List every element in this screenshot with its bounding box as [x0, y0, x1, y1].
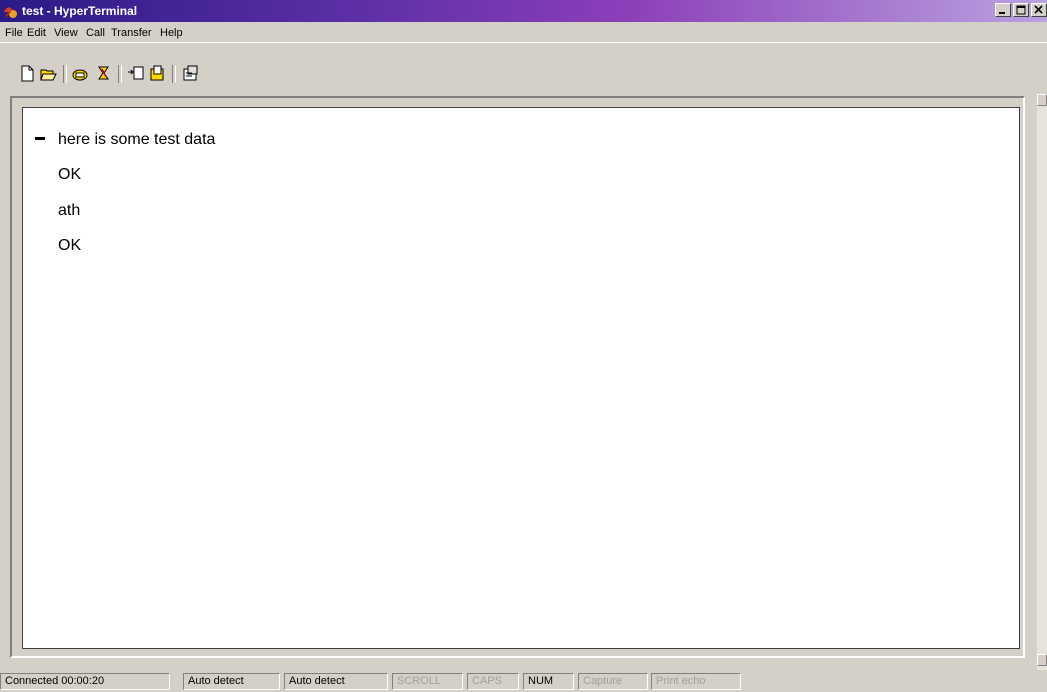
scroll-down-button[interactable] — [1037, 654, 1047, 666]
menu-bar: File Edit View Call Transfer Help — [0, 22, 1047, 42]
status-caps: CAPS — [467, 673, 519, 690]
status-connected: Connected 00:00:20 — [0, 673, 170, 690]
status-capture: Capture — [578, 673, 648, 690]
terminal-line-3: ath — [58, 202, 81, 219]
menu-view[interactable]: View — [54, 26, 78, 40]
menu-help[interactable]: Help — [160, 26, 183, 40]
scroll-up-button[interactable] — [1037, 94, 1047, 106]
terminal-line-4: OK — [58, 237, 82, 254]
properties-icon[interactable] — [180, 63, 201, 84]
receive-icon[interactable] — [147, 63, 168, 84]
status-print-echo: Print echo — [651, 673, 741, 690]
minimize-button[interactable] — [995, 3, 1011, 17]
connect-icon[interactable] — [70, 63, 91, 84]
status-bar: Connected 00:00:20 Auto detect Auto dete… — [0, 670, 1047, 692]
status-detect-1: Auto detect — [183, 673, 280, 690]
new-icon[interactable] — [17, 63, 38, 84]
terminal-line-1: here is some test data — [58, 131, 216, 148]
terminal-screen[interactable] — [22, 107, 1020, 649]
window-title: test - HyperTerminal — [22, 4, 138, 18]
menu-transfer[interactable]: Transfer — [111, 26, 152, 40]
terminal-cursor — [35, 137, 45, 140]
menu-edit[interactable]: Edit — [27, 26, 46, 40]
menu-file[interactable]: File — [5, 26, 23, 40]
open-icon[interactable] — [38, 63, 59, 84]
toolbar — [0, 42, 1047, 93]
status-detect-2: Auto detect — [284, 673, 388, 690]
terminal-line-2: OK — [58, 166, 82, 183]
status-scroll: SCROLL — [392, 673, 463, 690]
vertical-scrollbar[interactable] — [1037, 94, 1047, 670]
hyperterminal-app-icon[interactable] — [2, 3, 18, 19]
send-icon[interactable] — [125, 63, 146, 84]
title-bar[interactable]: test - HyperTerminal — [0, 0, 1047, 22]
disconnect-icon[interactable] — [93, 63, 114, 84]
menu-call[interactable]: Call — [86, 26, 105, 40]
close-button[interactable] — [1031, 3, 1047, 17]
maximize-button[interactable] — [1013, 3, 1029, 17]
status-num: NUM — [523, 673, 574, 690]
